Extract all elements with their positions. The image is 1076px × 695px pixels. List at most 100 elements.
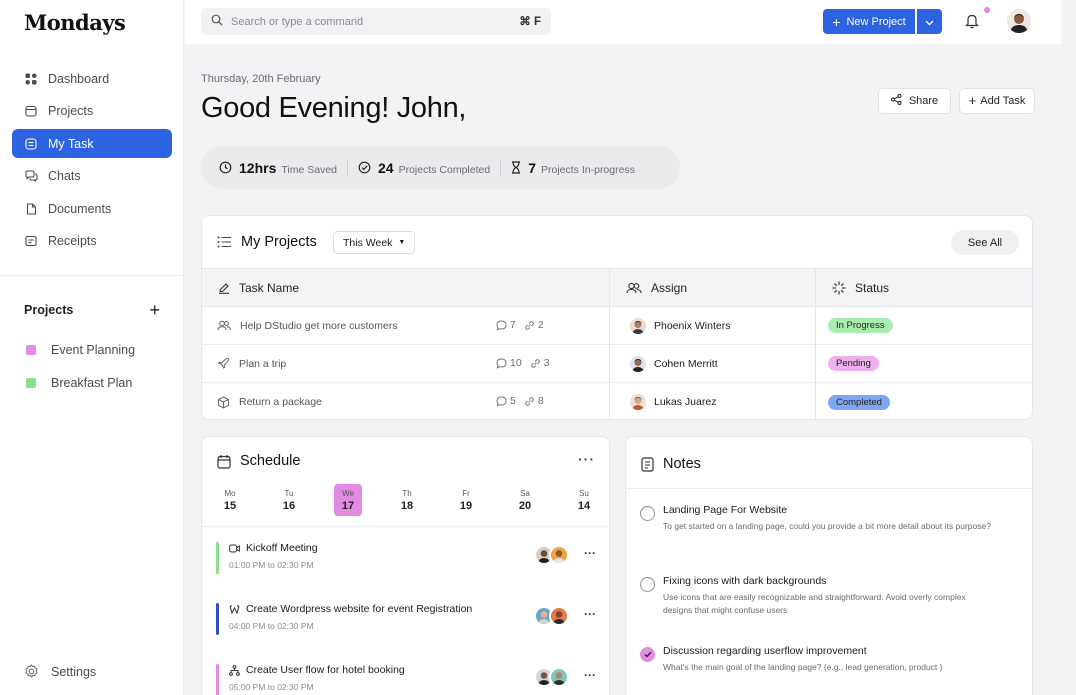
- app-logo[interactable]: Mondays: [24, 10, 126, 35]
- notes-card: Notes Landing Page For Website To get st…: [625, 436, 1033, 695]
- see-all-button[interactable]: See All: [951, 230, 1019, 255]
- sidebar-item-my-task[interactable]: My Task: [12, 129, 172, 158]
- sidebar-item-dashboard[interactable]: Dashboard: [12, 64, 172, 93]
- day-tu[interactable]: Tu 16: [275, 484, 303, 516]
- hourglass-icon: [511, 161, 521, 174]
- event-more-button[interactable]: ···: [584, 668, 596, 682]
- table-row[interactable]: Plan a trip 10 3 Cohen Merritt Pending: [202, 345, 1032, 383]
- week-filter-select[interactable]: This Week ▼: [333, 231, 416, 254]
- sidebar-item-documents[interactable]: Documents: [12, 194, 172, 223]
- stat-value: 7: [528, 159, 536, 176]
- projects-heading-label: Projects: [24, 303, 74, 317]
- day-mo[interactable]: Mo 15: [216, 484, 244, 516]
- schedule-event[interactable]: Create User flow for hotel booking 05:00…: [216, 664, 601, 695]
- flow-icon: [229, 664, 240, 676]
- projects-heading: Projects +: [24, 301, 160, 319]
- project-item-breakfast-plan[interactable]: Breakfast Plan: [26, 367, 135, 400]
- day-th[interactable]: Th 18: [393, 484, 421, 516]
- users-icon: [626, 282, 642, 294]
- event-more-button[interactable]: ···: [584, 607, 596, 621]
- event-attendees: [534, 606, 569, 626]
- status-badge[interactable]: In Progress: [828, 318, 893, 333]
- stat-projects-completed: 24 Projects Completed: [358, 160, 490, 176]
- event-more-button[interactable]: ···: [584, 546, 596, 560]
- comment-count[interactable]: 10: [496, 357, 522, 369]
- search-bar[interactable]: ⌘ F: [201, 8, 551, 35]
- status-badge[interactable]: Completed: [828, 394, 890, 410]
- notification-bell-icon[interactable]: [965, 13, 979, 34]
- event-attendees: [534, 545, 569, 565]
- sidebar-item-chats[interactable]: Chats: [12, 162, 172, 191]
- attendee-avatar: [549, 606, 569, 626]
- note-checkbox[interactable]: [640, 577, 655, 592]
- table-row[interactable]: Help DStudio get more customers 7 2 Phoe…: [202, 307, 1032, 345]
- table-row[interactable]: Return a package 5 8 Lukas Juarez Comple…: [202, 383, 1032, 419]
- share-button[interactable]: Share: [878, 88, 951, 114]
- caret-down-icon: ▼: [398, 239, 406, 246]
- schedule-event[interactable]: Create Wordpress website for event Regis…: [216, 603, 601, 637]
- task-meta: 10 3: [496, 357, 558, 369]
- note-title[interactable]: Landing Page For Website: [663, 504, 787, 516]
- note-checkbox[interactable]: [640, 647, 655, 662]
- settings-label: Settings: [51, 664, 97, 679]
- event-color-bar: [216, 664, 219, 695]
- pen-icon: [218, 282, 230, 294]
- plane-icon: [217, 357, 230, 370]
- day-su[interactable]: Su 14: [570, 484, 598, 516]
- event-time: 05:00 PM to 02:30 PM: [229, 682, 314, 692]
- sidebar-item-label: Projects: [48, 104, 94, 118]
- status-badge[interactable]: Pending: [828, 356, 879, 371]
- schedule-title: Schedule: [217, 453, 300, 469]
- link-count-value: 8: [537, 395, 544, 407]
- column-header-assign[interactable]: Assign: [610, 269, 816, 306]
- event-time: 01:00 PM to 02:30 PM: [229, 560, 314, 570]
- link-count[interactable]: 8: [524, 395, 544, 407]
- task-cell: Plan a trip 10 3: [202, 345, 610, 382]
- add-project-button[interactable]: +: [149, 301, 160, 319]
- day-we[interactable]: We 17: [334, 484, 362, 516]
- check-icon: [644, 651, 651, 658]
- sidebar-divider: [0, 275, 184, 276]
- add-task-button[interactable]: + Add Task: [959, 88, 1035, 114]
- attendee-avatar: [549, 667, 569, 687]
- gear-icon: [24, 664, 39, 679]
- event-attendees: [534, 667, 569, 687]
- day-sa[interactable]: Sa 20: [511, 484, 539, 516]
- event-title-text: Create User flow for hotel booking: [246, 664, 405, 676]
- plus-icon: +: [832, 13, 841, 30]
- task-meta: 7 2: [496, 319, 552, 331]
- my-projects-title-text: My Projects: [241, 234, 317, 250]
- new-project-dropdown-button[interactable]: [917, 9, 942, 34]
- note-title[interactable]: Fixing icons with dark backgrounds: [663, 575, 826, 587]
- project-item-event-planning[interactable]: Event Planning: [26, 334, 135, 367]
- link-count[interactable]: 2: [524, 319, 544, 331]
- task-cell: Help DStudio get more customers 7 2: [202, 307, 610, 344]
- project-label: Breakfast Plan: [51, 375, 133, 390]
- schedule-event[interactable]: Kickoff Meeting 01:00 PM to 02:30 PM ···: [216, 542, 601, 576]
- search-input[interactable]: [231, 15, 511, 28]
- event-title: Create Wordpress website for event Regis…: [229, 603, 472, 615]
- loader-icon: [832, 280, 846, 295]
- user-avatar[interactable]: [1007, 9, 1031, 33]
- schedule-card: Schedule ··· Mo 15 Tu 16 We 17 Th 18 Fr 19 Sa…: [201, 436, 610, 695]
- link-icon: [524, 396, 534, 406]
- note-checkbox[interactable]: [640, 506, 655, 521]
- task-name[interactable]: Plan a trip: [239, 358, 286, 370]
- comment-count[interactable]: 5: [496, 395, 516, 407]
- note-title[interactable]: Discussion regarding userflow improvemen…: [663, 645, 867, 657]
- column-header-task-name[interactable]: Task Name: [202, 269, 610, 306]
- column-header-status[interactable]: Status: [816, 269, 1032, 306]
- new-project-button[interactable]: + New Project: [823, 9, 915, 34]
- link-count[interactable]: 3: [530, 357, 550, 369]
- sidebar-item-projects[interactable]: Projects: [12, 97, 172, 126]
- task-name[interactable]: Return a package: [239, 396, 322, 408]
- task-name[interactable]: Help DStudio get more customers: [240, 320, 398, 332]
- event-title-text: Kickoff Meeting: [246, 542, 318, 554]
- settings-link[interactable]: Settings: [24, 664, 96, 679]
- sidebar-item-receipts[interactable]: Receipts: [12, 227, 172, 256]
- schedule-more-button[interactable]: ···: [578, 451, 595, 467]
- column-label: Task Name: [239, 280, 300, 295]
- event-color-bar: [216, 542, 219, 574]
- day-fr[interactable]: Fr 19: [452, 484, 480, 516]
- comment-count[interactable]: 7: [496, 319, 516, 331]
